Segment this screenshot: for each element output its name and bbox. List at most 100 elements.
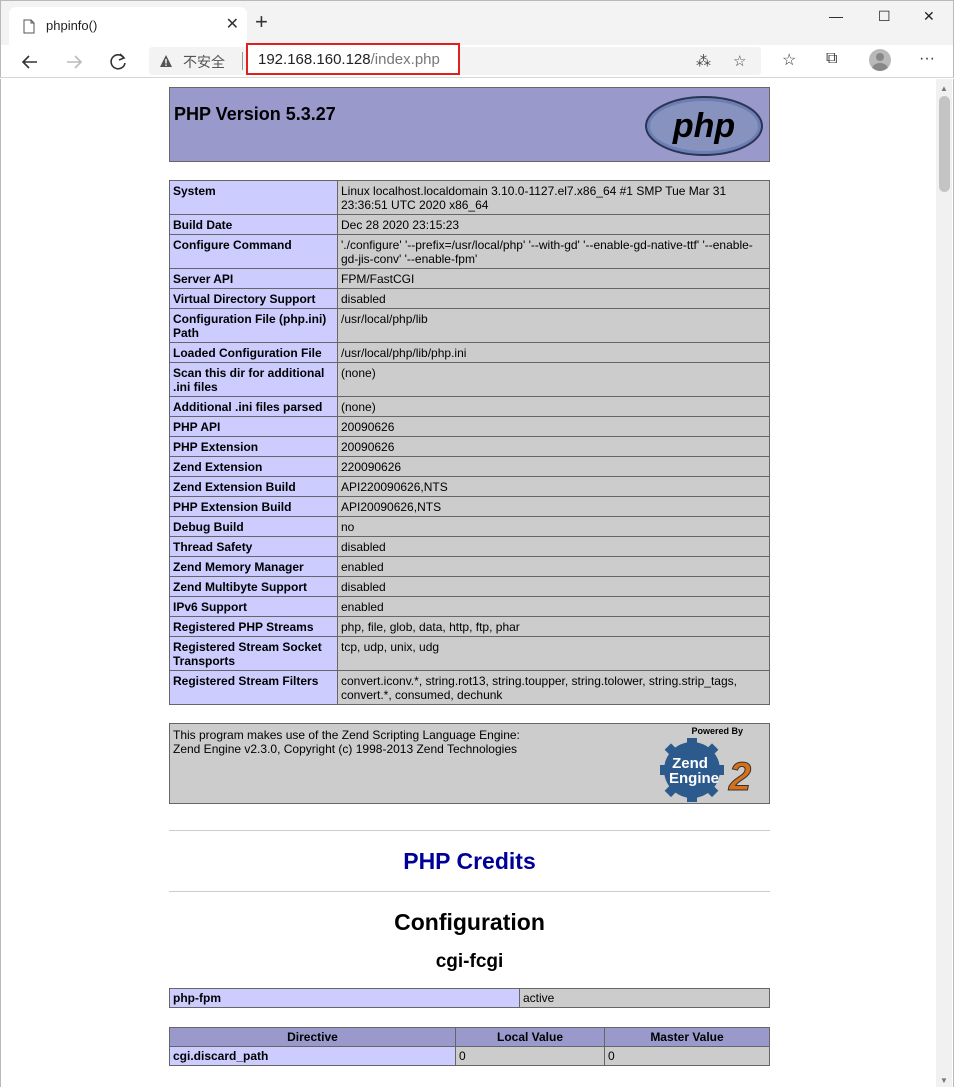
table-row: Build Date Dec 28 2020 23:15:23 — [169, 214, 770, 235]
info-value: /usr/local/php/lib/php.ini — [337, 342, 770, 363]
back-icon[interactable] — [17, 49, 43, 75]
info-key: Zend Extension — [169, 456, 338, 477]
divider-top — [169, 830, 770, 831]
info-value: enabled — [337, 596, 770, 617]
info-table: System Linux localhost.localdomain 3.10.0… — [169, 180, 770, 705]
module-key: php-fpm — [169, 988, 520, 1008]
more-menu-icon[interactable]: ··· — [919, 50, 935, 68]
collections-icon[interactable]: ⧉ — [826, 50, 837, 68]
forward-icon[interactable] — [61, 49, 87, 75]
table-row: Thread Safety disabled — [169, 536, 770, 557]
new-tab-icon[interactable]: + — [255, 11, 268, 33]
table-row: Registered Stream Filters convert.iconv.*… — [169, 670, 770, 705]
version-header: PHP Version 5.3.27 php — [169, 87, 770, 162]
local-value-column-header: Local Value — [455, 1027, 605, 1047]
configuration-heading: Configuration — [394, 909, 545, 935]
info-key: PHP Extension — [169, 436, 338, 457]
scroll-down-arrow-icon[interactable]: ▼ — [940, 1076, 948, 1085]
close-tab-icon[interactable]: ✕ — [226, 17, 239, 33]
info-value: (none) — [337, 396, 770, 417]
info-value: 20090626 — [337, 416, 770, 437]
info-key: Scan this dir for additional .ini files — [169, 362, 338, 397]
php-credits-link[interactable]: PHP Credits — [169, 847, 770, 875]
module-status-table: php-fpm active — [169, 988, 770, 1008]
favorite-star-icon[interactable]: ☆ — [733, 52, 746, 70]
table-row: IPv6 Support enabled — [169, 596, 770, 617]
table-row: PHP Extension Build API20090626,NTS — [169, 496, 770, 517]
info-key: PHP Extension Build — [169, 496, 338, 517]
info-key: Server API — [169, 268, 338, 289]
table-row: Loaded Configuration File/usr/local/php/… — [169, 342, 770, 363]
info-key: Registered PHP Streams — [169, 616, 338, 637]
browser-tab[interactable]: phpinfo() ✕ — [9, 7, 247, 46]
table-row: Virtual Directory Support disabled — [169, 288, 770, 309]
page-viewport: PHP Version 5.3.27 php System Linux local… — [0, 79, 954, 1087]
info-key: IPv6 Support — [169, 596, 338, 617]
table-row: Additional .ini files parsed (none) — [169, 396, 770, 417]
info-value: API20090626,NTS — [337, 496, 770, 517]
info-key: Loaded Configuration File — [169, 342, 338, 363]
table-header-row: Directive Local Value Master Value — [169, 1027, 770, 1047]
info-value: Dec 28 2020 23:15:23 — [337, 214, 770, 235]
zend-engine-logo: Zend Engine 2 — [660, 738, 752, 802]
tab-title: phpinfo() — [46, 18, 98, 33]
zend-line-1: This program makes use of the Zend Scrip… — [173, 728, 520, 742]
info-value: Linux localhost.localdomain 3.10.0-1127.… — [337, 180, 770, 215]
profile-avatar[interactable] — [869, 49, 891, 71]
module-value: active — [519, 988, 770, 1008]
info-key: Thread Safety — [169, 536, 338, 557]
table-row: Registered PHP Streams php, file, glob, d… — [169, 616, 770, 637]
browser-toolbar: 不安全 192.168.160.128/index.php ⁂ ☆ ☆ ⧉ ··… — [0, 43, 954, 78]
php-logo-text: php — [672, 107, 735, 145]
url-text[interactable]: 192.168.160.128/index.php — [258, 51, 440, 68]
table-row: Debug Build no — [169, 516, 770, 537]
info-key: Zend Memory Manager — [169, 556, 338, 577]
vertical-scrollbar[interactable]: ▲ ▼ — [936, 79, 952, 1087]
info-key: Build Date — [169, 214, 338, 235]
info-key: Debug Build — [169, 516, 338, 537]
directive-master-value: 0 — [604, 1046, 770, 1066]
zend-engine-box: This program makes use of the Zend Scrip… — [169, 723, 770, 804]
translate-icon[interactable]: ⁂ — [696, 52, 711, 70]
favorites-list-icon[interactable]: ☆ — [782, 50, 796, 70]
table-row: Zend Multibyte Support disabled — [169, 576, 770, 597]
minimize-icon[interactable]: — — [829, 7, 843, 25]
info-value: php, file, glob, data, http, ftp, phar — [337, 616, 770, 637]
info-value: './configure' '--prefix=/usr/local/php' … — [337, 234, 770, 269]
zend-description: This program makes use of the Zend Scrip… — [173, 728, 520, 756]
close-window-icon[interactable]: ✕ — [923, 7, 935, 25]
table-row: cgi.discard_path 0 0 — [169, 1046, 770, 1066]
refresh-icon[interactable] — [105, 49, 131, 75]
table-row: php-fpm active — [169, 988, 770, 1008]
insecure-label[interactable]: 不安全 — [183, 52, 225, 72]
warning-icon[interactable] — [159, 54, 173, 68]
info-value: convert.iconv.*, string.rot13, string.to… — [337, 670, 770, 705]
address-bar[interactable]: 不安全 192.168.160.128/index.php ⁂ ☆ — [149, 43, 761, 75]
table-row: Zend Memory Manager enabled — [169, 556, 770, 577]
address-divider — [242, 52, 243, 70]
scroll-up-arrow-icon[interactable]: ▲ — [940, 84, 948, 93]
table-row: Configuration File (php.ini) Path/usr/lo… — [169, 308, 770, 343]
directive-name: cgi.discard_path — [169, 1046, 456, 1066]
table-row: Configure Command './configure' '--prefix… — [169, 234, 770, 269]
table-row: Zend Extension 220090626 — [169, 456, 770, 477]
info-key: Zend Extension Build — [169, 476, 338, 497]
zend-logo-word-2: Engine — [669, 770, 719, 787]
info-value: disabled — [337, 536, 770, 557]
table-row: Registered Stream Socket Transports tcp, … — [169, 636, 770, 671]
master-value-column-header: Master Value — [604, 1027, 770, 1047]
info-key: Additional .ini files parsed — [169, 396, 338, 417]
table-row: PHP Extension 20090626 — [169, 436, 770, 457]
info-value: 220090626 — [337, 456, 770, 477]
info-value: tcp, udp, unix, udg — [337, 636, 770, 671]
info-key: Zend Multibyte Support — [169, 576, 338, 597]
maximize-icon[interactable]: ☐ — [878, 7, 891, 25]
scrollbar-thumb[interactable] — [939, 96, 950, 192]
info-value: no — [337, 516, 770, 537]
directive-table: Directive Local Value Master Value cgi.d… — [169, 1027, 770, 1066]
url-highlight-box[interactable]: 192.168.160.128/index.php — [246, 43, 460, 75]
page-icon — [23, 19, 35, 34]
divider-bottom — [169, 891, 770, 892]
info-key: Virtual Directory Support — [169, 288, 338, 309]
zend-logo-number: 2 — [728, 755, 751, 799]
